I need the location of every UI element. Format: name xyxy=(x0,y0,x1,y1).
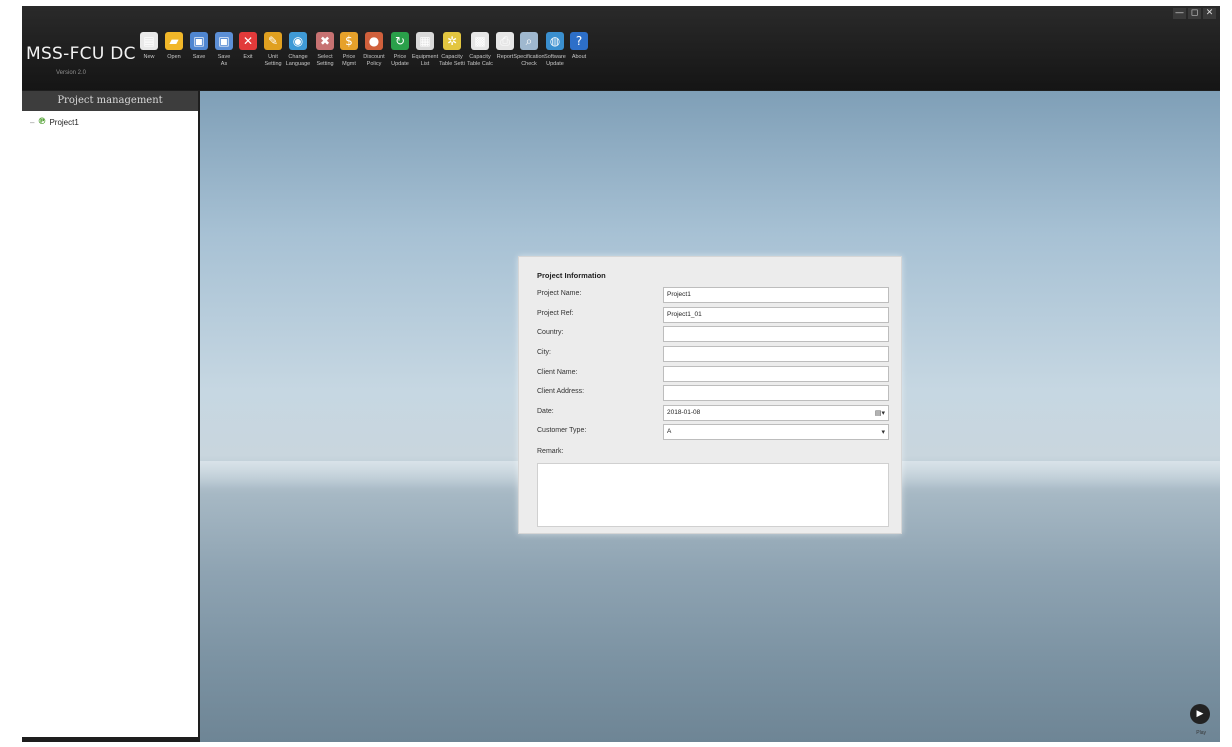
window-controls: — ◻ ✕ xyxy=(1173,8,1216,19)
customer-type-select[interactable]: A ▾ xyxy=(663,424,889,440)
project-information-panel: Project Information Project Name: Project… xyxy=(518,256,902,534)
form-row: Customer Type: A ▾ xyxy=(537,424,891,440)
brand: MSS-FCU DC Version 2.0 xyxy=(26,44,136,76)
project-tree: – ℗ Project1 xyxy=(22,111,198,737)
text-field[interactable] xyxy=(663,346,889,362)
close-window-button[interactable]: ✕ xyxy=(1203,8,1216,19)
maximize-button[interactable]: ◻ xyxy=(1188,8,1201,19)
calendar-icon[interactable]: ▤▾ xyxy=(875,406,885,420)
field-label: Project Ref: xyxy=(537,310,574,317)
remark-label: Remark: xyxy=(537,448,564,455)
play-label: Play xyxy=(1196,730,1206,736)
tree-item-project1[interactable]: – ℗ Project1 xyxy=(30,117,79,127)
globe-icon: ◉ xyxy=(289,32,307,50)
field-value: Project1 xyxy=(667,291,691,298)
date-field[interactable]: 2018-01-08 ▤▾ xyxy=(663,405,889,421)
sidebar-header: Project management xyxy=(22,91,198,111)
minimize-button[interactable]: — xyxy=(1173,8,1186,19)
text-field[interactable] xyxy=(663,326,889,342)
chevron-down-icon[interactable]: ▾ xyxy=(881,425,885,439)
list-icon: ▦ xyxy=(416,32,434,50)
toolbar: — ◻ ✕ MSS-FCU DC Version 2.0 ▤ New ▰ Open ▣ S… xyxy=(22,6,1220,90)
save-icon: ▣ xyxy=(190,32,208,50)
discount-icon: ● xyxy=(365,32,383,50)
field-label: City: xyxy=(537,349,551,356)
field-label: Customer Type: xyxy=(537,427,587,434)
toolbar-button-label: About xyxy=(571,54,587,60)
play-button[interactable]: ▶ xyxy=(1190,704,1210,724)
project-tree-icon: ℗ xyxy=(37,117,47,127)
exit-icon: ✕ xyxy=(239,32,257,50)
app-version: Version 2.0 xyxy=(56,70,87,76)
form-row: Project Name: Project1 xyxy=(537,287,891,303)
search-icon: ⌕ xyxy=(520,32,538,50)
refresh-icon: ↻ xyxy=(391,32,409,50)
form-row: Client Address: xyxy=(537,385,891,401)
field-label: Client Name: xyxy=(537,369,578,376)
help-icon: ? xyxy=(570,32,588,50)
field-value: 2018-01-08 xyxy=(667,409,701,416)
text-field[interactable]: Project1_01 xyxy=(663,307,889,323)
field-label: Project Name: xyxy=(537,290,582,297)
toolbar-button[interactable]: ? About xyxy=(562,32,596,61)
form-row: Project Ref: Project1_01 xyxy=(537,307,891,323)
excel-icon: ▩ xyxy=(471,32,489,50)
text-field[interactable] xyxy=(663,366,889,382)
form-row: Client Name: xyxy=(537,366,891,382)
form-row: Country: xyxy=(537,326,891,342)
field-label: Date: xyxy=(537,408,554,415)
open-folder-icon: ▰ xyxy=(165,32,183,50)
field-label: Client Address: xyxy=(537,388,585,395)
panel-title: Project Information xyxy=(537,271,606,280)
field-value: A xyxy=(667,428,672,435)
app-title: MSS-FCU DC xyxy=(26,44,136,64)
gear-icon: ✲ xyxy=(443,32,461,50)
sidebar: Project management – ℗ Project1 xyxy=(22,91,198,742)
application-window: — ◻ ✕ MSS-FCU DC Version 2.0 ▤ New ▰ Open ▣ S… xyxy=(22,6,1220,742)
main-area: Project Information Project Name: Project… xyxy=(200,91,1220,742)
coin-icon: $ xyxy=(340,32,358,50)
new-file-icon: ▤ xyxy=(140,32,158,50)
tree-connector: – xyxy=(30,117,35,127)
field-value: Project1_01 xyxy=(667,311,702,318)
form-row: Date: 2018-01-08 ▤▾ xyxy=(537,405,891,421)
field-label: Country: xyxy=(537,329,564,336)
remark-textarea[interactable] xyxy=(537,463,889,527)
remark-row: Remark: xyxy=(537,445,891,461)
form-row: City: xyxy=(537,346,891,362)
text-field[interactable]: Project1 xyxy=(663,287,889,303)
pencil-icon: ✎ xyxy=(264,32,282,50)
text-field[interactable] xyxy=(663,385,889,401)
tree-item-label: Project1 xyxy=(49,117,79,127)
